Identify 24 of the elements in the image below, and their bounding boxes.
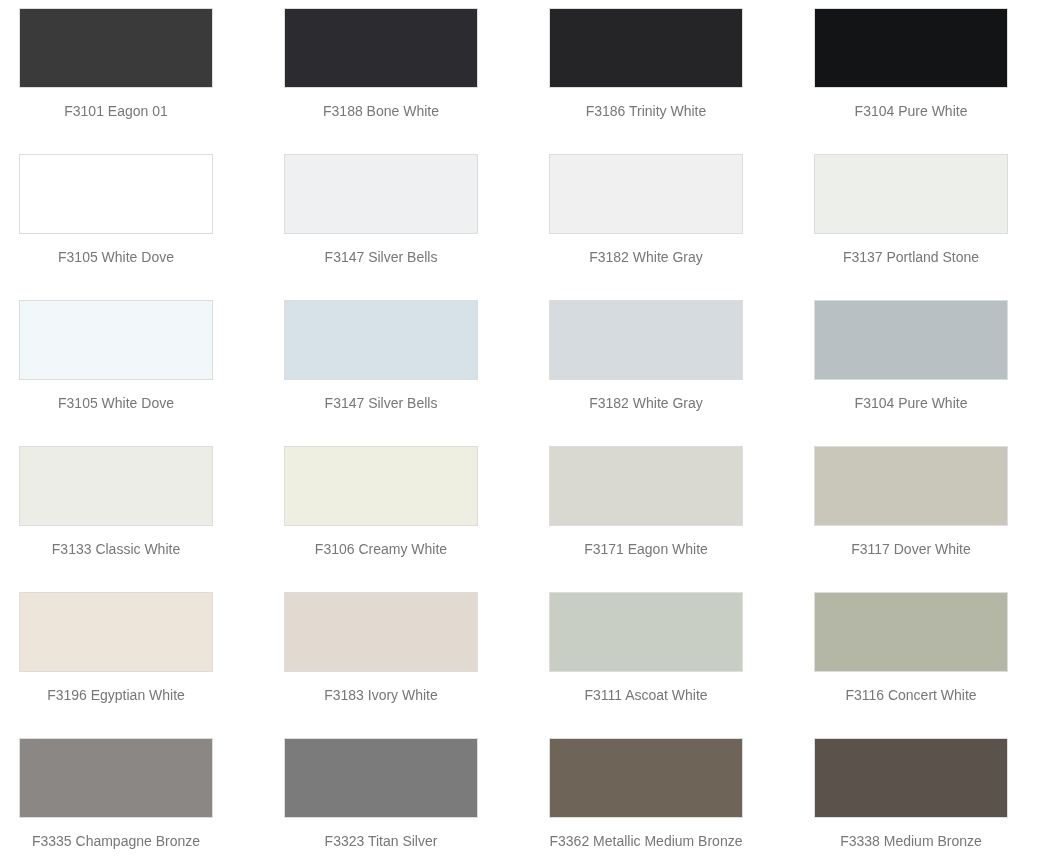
swatch-label: F3196 Egyptian White: [47, 686, 185, 705]
swatch-label: F3116 Concert White: [845, 686, 977, 705]
swatch-label: F3101 Eagon 01: [64, 102, 168, 121]
swatch-label: F3335 Champagne Bronze: [31, 832, 201, 851]
swatch-label: F3186 Trinity White: [585, 102, 707, 121]
swatch-label: F3133 Classic White: [51, 540, 181, 559]
swatch-label: F3137 Portland Stone: [842, 248, 980, 267]
swatch-label: F3117 Dover White: [851, 540, 971, 559]
swatch-label: F3105 White Dove: [58, 394, 174, 413]
swatch-label: F3183 Ivory White: [324, 686, 438, 705]
swatch-label: F3111 Ascoat White: [584, 686, 708, 705]
swatch-label: F3147 Silver Bells: [324, 394, 438, 413]
swatch-label: F3104 Pure White: [854, 394, 968, 413]
swatch-label: F3105 White Dove: [58, 248, 174, 267]
swatch-label: F3362 Metallic Medium Bronze: [549, 832, 743, 851]
swatch-label: F3182 White Gray: [589, 394, 703, 413]
swatch-label: F3171 Eagon White: [584, 540, 708, 559]
swatch-label: F3147 Silver Bells: [324, 248, 438, 267]
swatch-label: F3182 White Gray: [589, 248, 703, 267]
swatch-label: F3104 Pure White: [854, 102, 968, 121]
swatch-label: F3323 Titan Silver: [324, 832, 438, 851]
swatch-label: F3338 Medium Bronze: [840, 832, 982, 851]
swatch-label: F3188 Bone White: [323, 102, 439, 121]
swatch-label: F3106 Creamy White: [314, 540, 448, 559]
